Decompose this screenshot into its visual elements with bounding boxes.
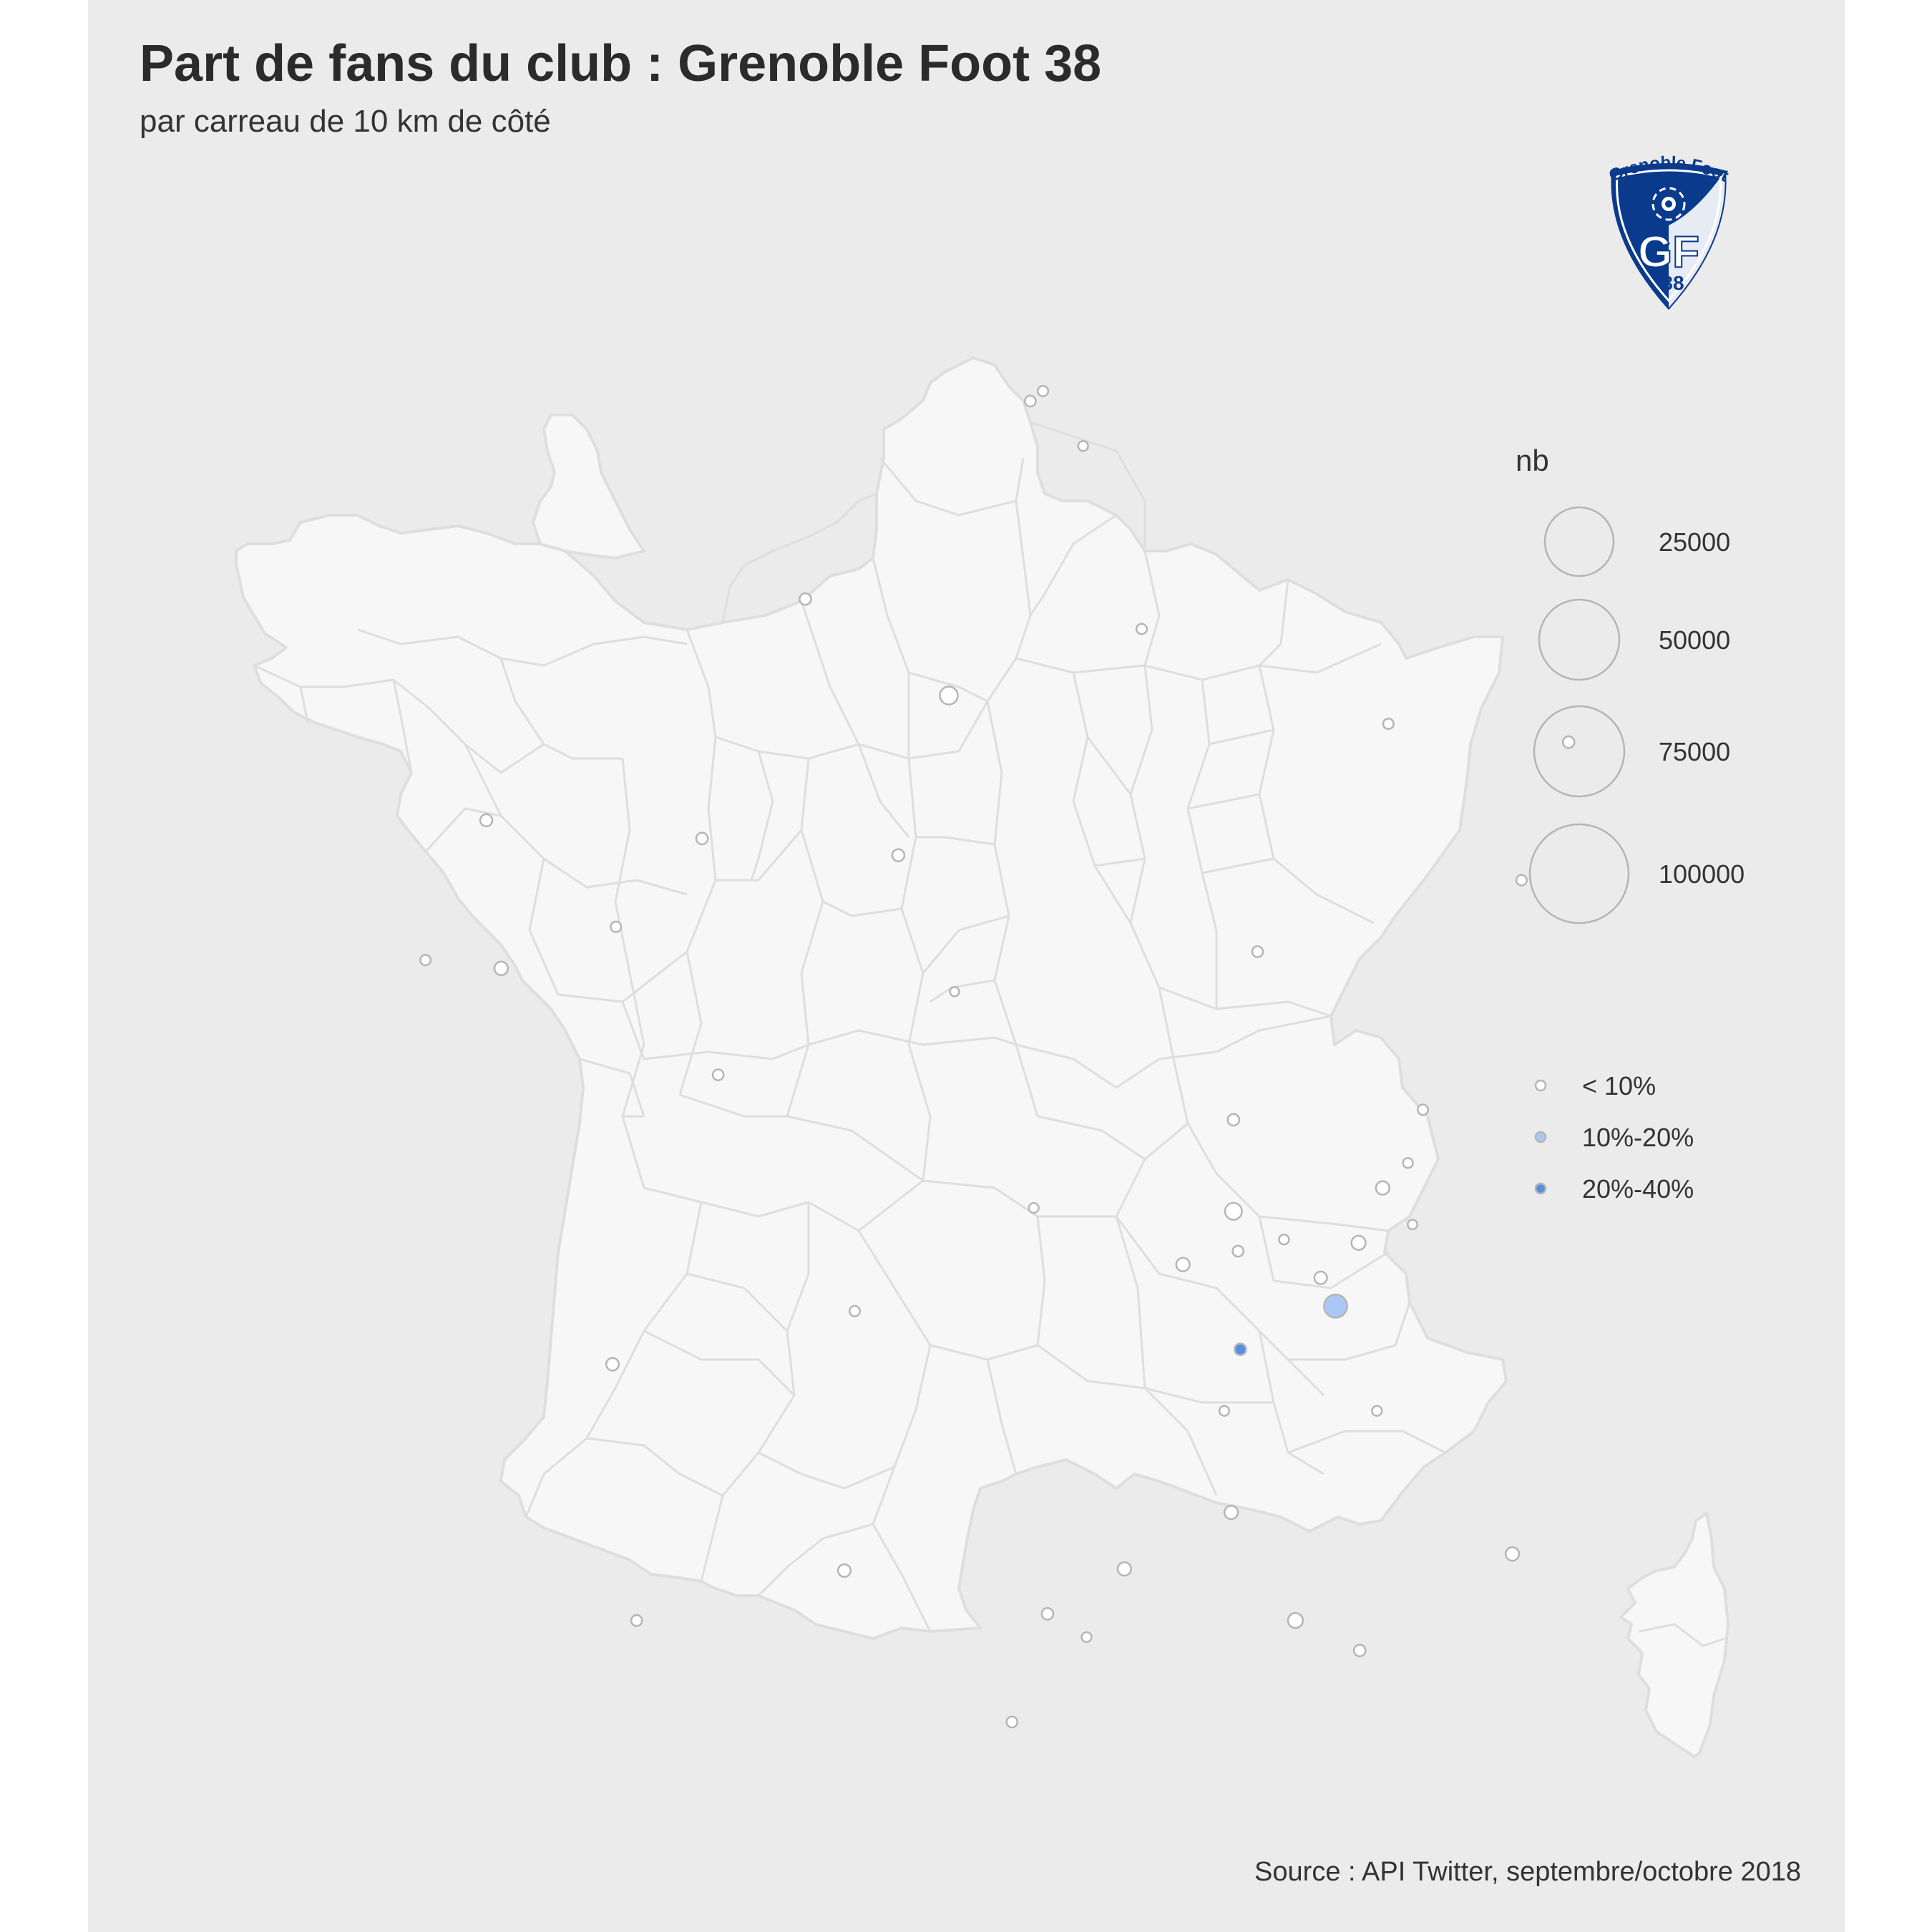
city-point: [1231, 1244, 1245, 1258]
color-legend-key: [1534, 1131, 1547, 1143]
city-point: [1375, 1180, 1390, 1196]
city-point: [1407, 1219, 1418, 1231]
city-point: [1382, 717, 1395, 731]
city-point: [1226, 1113, 1241, 1127]
corsica: [1619, 1512, 1729, 1758]
city-point: [1218, 1405, 1231, 1417]
size-legend-circle: [1533, 705, 1626, 798]
city-point: [1028, 1201, 1040, 1214]
city-point: [799, 592, 812, 606]
city-point: [605, 1357, 620, 1372]
city-point: [479, 813, 494, 828]
size-legend-label: 100000: [1659, 859, 1745, 889]
logo-number: 38: [1662, 272, 1684, 294]
city-point: [1040, 1607, 1055, 1621]
chart-title: Part de fans du club : Grenoble Foot 38: [140, 35, 1102, 92]
mainland-france: [235, 356, 1508, 1640]
city-point: [1402, 1157, 1414, 1169]
city-point: [1036, 384, 1050, 398]
city-point: [1287, 1612, 1304, 1629]
city-point: [1251, 945, 1264, 958]
city-point: [949, 986, 960, 997]
city-point: [1323, 1293, 1348, 1319]
city-point: [493, 960, 509, 976]
city-point: [711, 1068, 725, 1081]
city-point: [695, 831, 709, 846]
city-point: [1080, 1631, 1093, 1644]
contentin-peninsula: [532, 414, 645, 560]
city-point: [1077, 440, 1089, 452]
city-point: [1223, 1504, 1239, 1521]
city-point: [1352, 1644, 1367, 1657]
city-point: [1561, 735, 1576, 749]
city-point: [1175, 1257, 1191, 1272]
size-legend: nb 25000 50000 75000 100000: [1516, 444, 1745, 924]
color-legend-key: [1534, 1182, 1547, 1195]
size-legend-circle: [1528, 823, 1630, 924]
city-point: [1224, 1201, 1243, 1221]
logo-initials: GF: [1638, 228, 1699, 277]
size-legend-title: nb: [1516, 444, 1549, 477]
city-point: [1313, 1270, 1328, 1285]
chart-subtitle: par carreau de 10 km de côté: [140, 104, 551, 139]
map-canvas: Grenoble Foot GF 38 nb 25000 50000 75000 10…: [235, 153, 1745, 1758]
size-legend-label: 25000: [1659, 527, 1730, 557]
city-point: [1135, 623, 1148, 635]
france-outline: [235, 356, 1508, 1640]
city-point: [1234, 1342, 1247, 1357]
city-point: [891, 848, 906, 862]
color-legend: < 10% 10%-20% 20%-40%: [1534, 1071, 1694, 1204]
size-legend-label: 75000: [1659, 737, 1730, 766]
city-point: [1371, 1405, 1383, 1417]
city-point: [1504, 1546, 1521, 1562]
city-point: [939, 686, 959, 706]
city-point: [1005, 1715, 1019, 1729]
city-point: [1350, 1234, 1367, 1252]
city-point: [1416, 1103, 1430, 1116]
source-caption: Source : API Twitter, septembre/octobre …: [1254, 1857, 1801, 1887]
city-point: [1116, 1561, 1133, 1577]
size-legend-circle: [1538, 598, 1621, 681]
size-legend-label: 50000: [1659, 625, 1730, 655]
color-legend-label: < 10%: [1582, 1071, 1656, 1101]
city-point: [419, 954, 432, 967]
city-point: [610, 920, 623, 933]
city-point: [1024, 394, 1037, 408]
city-point: [1278, 1234, 1290, 1246]
city-point: [630, 1614, 643, 1627]
corsica-outline: [1619, 1512, 1729, 1758]
color-legend-label: 10%-20%: [1582, 1123, 1694, 1152]
city-point: [1515, 874, 1528, 887]
color-legend-key: [1534, 1079, 1547, 1092]
size-legend-circle: [1543, 506, 1615, 577]
city-point: [848, 1304, 862, 1317]
city-point: [836, 1563, 852, 1578]
color-legend-label: 20%-40%: [1582, 1174, 1694, 1204]
club-logo: Grenoble Foot GF 38: [1606, 153, 1732, 311]
